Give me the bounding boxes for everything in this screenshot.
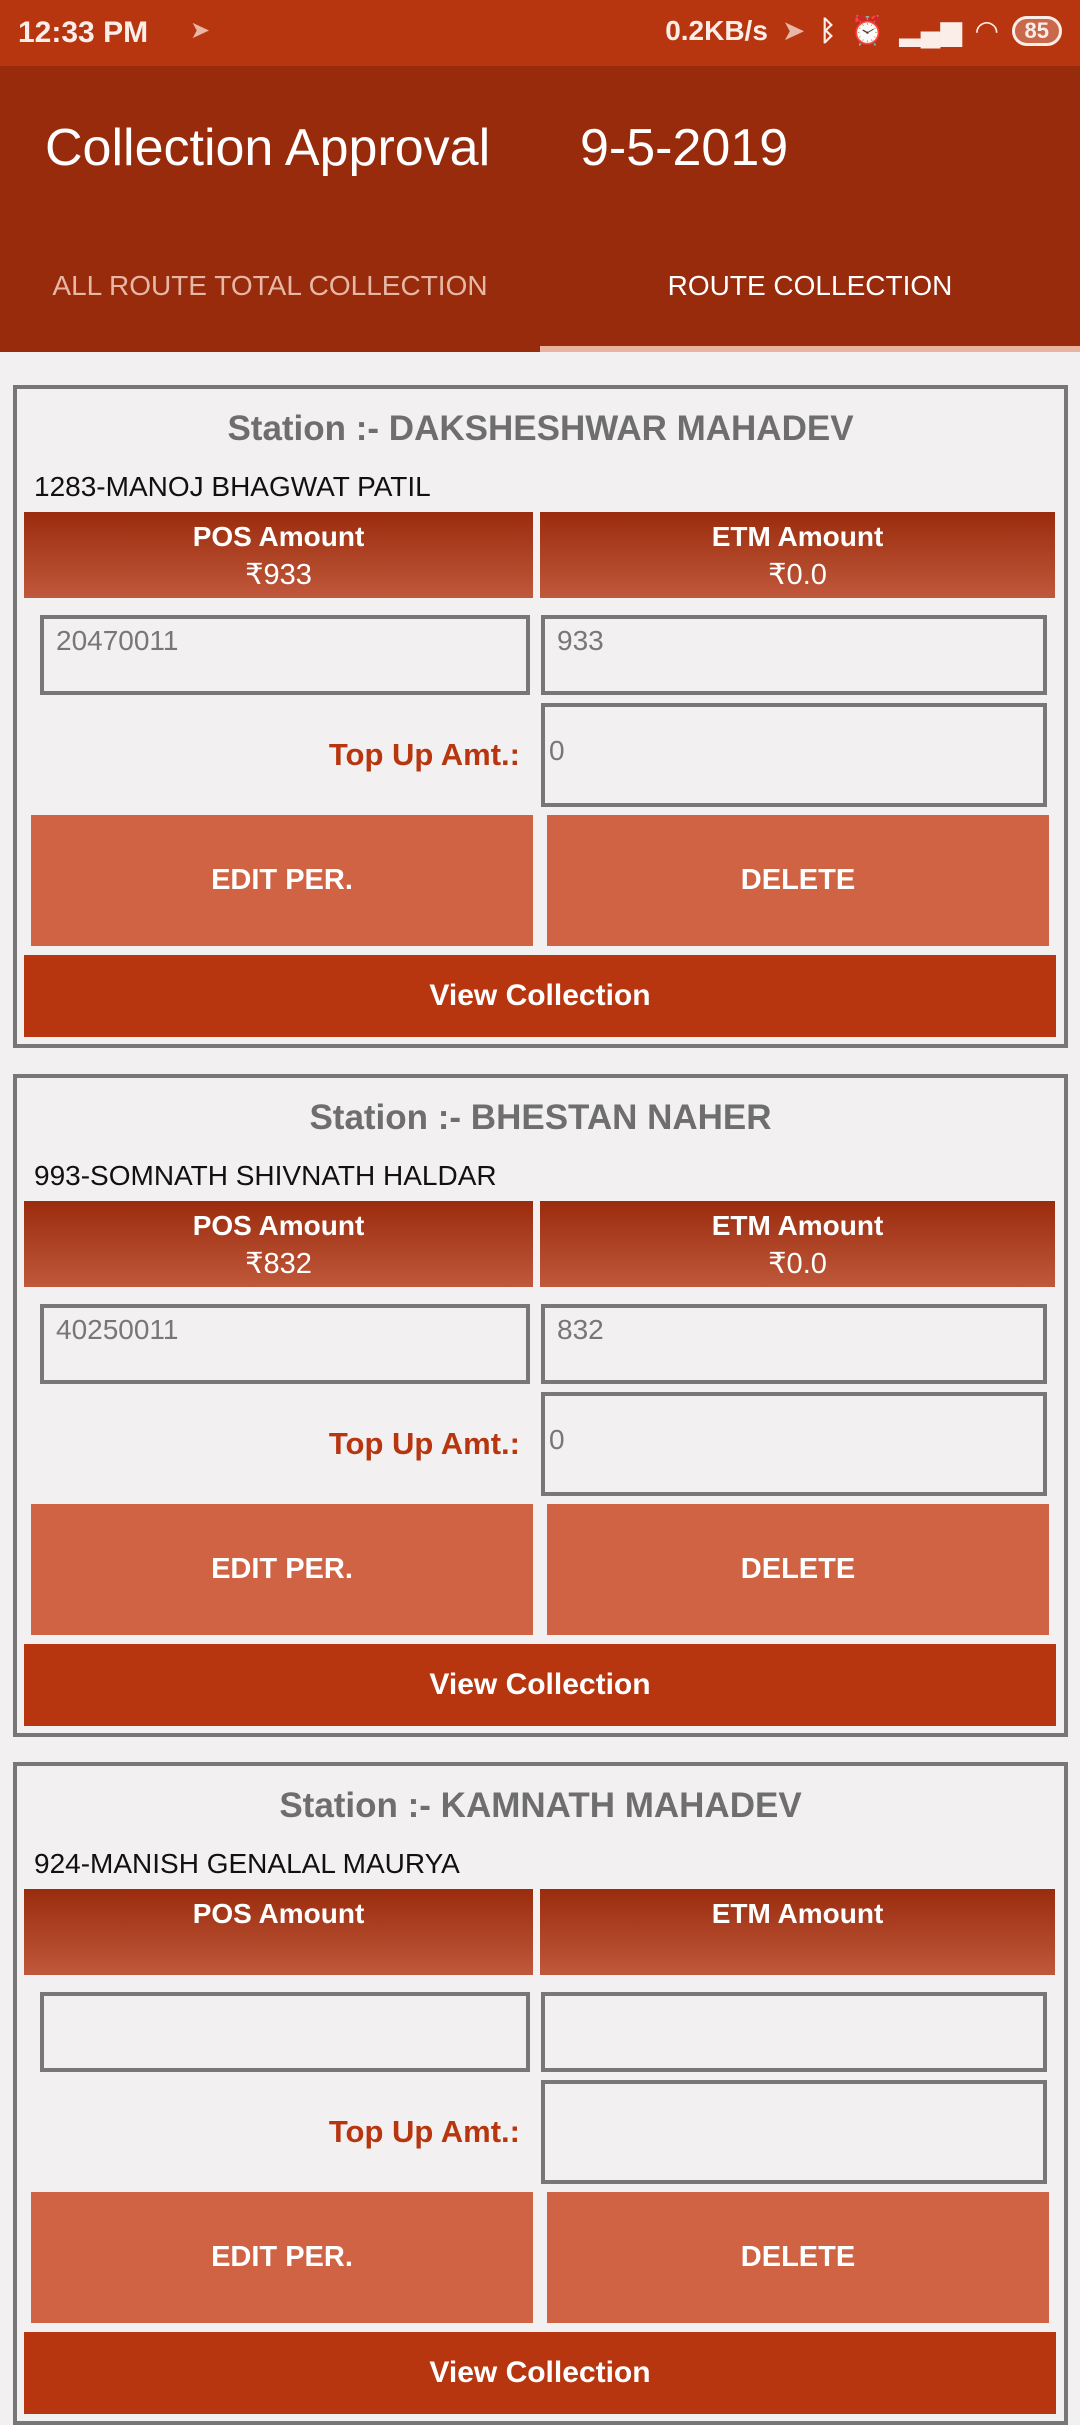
alarm-icon: ⏰	[850, 15, 886, 46]
delete-button[interactable]: DELETE	[547, 2192, 1049, 2323]
status-time: 12:33 PM	[18, 16, 149, 49]
pos-amount-box: POS Amount	[24, 1889, 533, 1975]
etm-amount-value: ₹0.0	[768, 1248, 827, 1280]
collection-card: Station :- KAMNATH MAHADEV 924-MANISH GE…	[13, 1762, 1068, 2425]
edit-per-button[interactable]: EDIT PER.	[31, 815, 533, 946]
ticket-number-field[interactable]: 40250011	[40, 1304, 530, 1384]
pos-amount-label: POS Amount	[192, 1210, 365, 1241]
pos-amount-label: POS Amount	[192, 521, 365, 552]
etm-amount-label: ETM Amount	[711, 521, 884, 552]
pos-amount-value: ₹832	[245, 1248, 312, 1280]
pos-amount-value: ₹933	[245, 559, 312, 591]
battery-icon: 85	[1011, 15, 1062, 46]
wifi-icon: ◠	[975, 15, 998, 46]
etm-amount-label: ETM Amount	[711, 1210, 884, 1241]
amount-field[interactable]: 832	[541, 1304, 1047, 1384]
amount-field[interactable]	[541, 1992, 1047, 2072]
collection-card: Station :- BHESTAN NAHER 993-SOMNATH SHI…	[13, 1074, 1068, 1737]
page-title: Collection Approval	[45, 119, 491, 177]
collection-card: Station :- DAKSHESHWAR MAHADEV 1283-MANO…	[13, 385, 1068, 1048]
top-up-field[interactable]	[541, 2080, 1047, 2184]
station-title: Station :- DAKSHESHWAR MAHADEV	[227, 409, 854, 448]
location-icon: ➤	[190, 17, 211, 44]
view-collection-button[interactable]: View Collection	[24, 955, 1056, 1037]
top-up-label: Top Up Amt.:	[328, 1426, 520, 1461]
amount-field[interactable]: 933	[541, 615, 1047, 695]
conductor-name: 993-SOMNATH SHIVNATH HALDAR	[34, 1160, 497, 1191]
etm-amount-label: ETM Amount	[711, 1898, 884, 1929]
etm-amount-box: ETM Amount ₹0.0	[540, 512, 1055, 598]
pos-amount-box: POS Amount ₹933	[24, 512, 533, 598]
view-collection-button[interactable]: View Collection	[24, 2332, 1056, 2414]
top-up-field[interactable]: 0	[541, 1392, 1047, 1496]
location-icon: ➤	[781, 15, 806, 46]
ticket-number-field[interactable]	[40, 1992, 530, 2072]
status-bar: 12:33 PM ➤ 0.2KB/s ➤ ᛒ ⏰ ▂▄▆ ◠ 85	[0, 0, 1080, 66]
signal-icon: ▂▄▆	[899, 15, 962, 46]
delete-button[interactable]: DELETE	[547, 1504, 1049, 1635]
edit-per-button[interactable]: EDIT PER.	[31, 2192, 533, 2323]
network-speed: 0.2KB/s	[665, 14, 768, 46]
page-date: 9-5-2019	[580, 119, 789, 177]
station-title: Station :- BHESTAN NAHER	[309, 1098, 772, 1137]
pos-amount-box: POS Amount ₹832	[24, 1201, 533, 1287]
top-up-label: Top Up Amt.:	[328, 737, 520, 772]
bluetooth-icon: ᛒ	[819, 14, 837, 46]
etm-amount-value: ₹0.0	[768, 559, 827, 591]
etm-amount-box: ETM Amount	[540, 1889, 1055, 1975]
conductor-name: 924-MANISH GENALAL MAURYA	[34, 1848, 460, 1879]
etm-amount-box: ETM Amount ₹0.0	[540, 1201, 1055, 1287]
conductor-name: 1283-MANOJ BHAGWAT PATIL	[34, 471, 431, 502]
station-title: Station :- KAMNATH MAHADEV	[279, 1786, 802, 1825]
delete-button[interactable]: DELETE	[547, 815, 1049, 946]
top-up-label: Top Up Amt.:	[328, 2114, 520, 2149]
top-up-field[interactable]: 0	[541, 703, 1047, 807]
ticket-number-field[interactable]: 20470011	[40, 615, 530, 695]
app-bar: Collection Approval 9-5-2019 ALL ROUTE T…	[0, 66, 1080, 352]
tab-route-collection[interactable]: ROUTE COLLECTION	[540, 270, 1080, 302]
edit-per-button[interactable]: EDIT PER.	[31, 1504, 533, 1635]
tab-indicator	[540, 346, 1080, 352]
tab-all-route-total-collection[interactable]: ALL ROUTE TOTAL COLLECTION	[0, 270, 540, 302]
view-collection-button[interactable]: View Collection	[24, 1644, 1056, 1726]
pos-amount-label: POS Amount	[192, 1898, 365, 1929]
